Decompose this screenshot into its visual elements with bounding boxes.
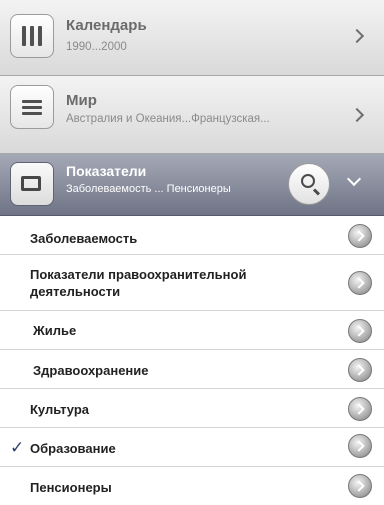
chevron-right-icon: [349, 107, 365, 123]
indicators-panel[interactable]: Показатели Заболеваемость ... Пенсионеры: [0, 154, 384, 216]
disclosure-icon[interactable]: [348, 271, 372, 295]
disclosure-icon[interactable]: [348, 358, 372, 382]
chevron-down-icon[interactable]: [346, 171, 362, 187]
list-item-label: Жилье: [33, 323, 77, 338]
list-item[interactable]: Культура: [0, 389, 384, 428]
list-icon: [10, 85, 54, 129]
list-item[interactable]: ✓ Образование: [0, 428, 384, 467]
list-item-label: Культура: [30, 402, 90, 417]
indicators-subtitle: Заболеваемость ... Пенсионеры: [66, 183, 231, 195]
list-item[interactable]: Показатели правоохранительной деятельнос…: [0, 255, 384, 311]
disclosure-icon[interactable]: [348, 397, 372, 421]
checkmark-icon: ✓: [10, 438, 25, 457]
calendar-icon: [10, 14, 54, 58]
search-button[interactable]: [288, 163, 330, 205]
indicators-title: Показатели: [66, 163, 147, 179]
list-item-label: Пенсионеры: [30, 480, 112, 495]
list-item-label: Образование: [30, 441, 116, 456]
disclosure-icon[interactable]: [348, 224, 372, 248]
calendar-panel[interactable]: Календарь 1990...2000: [0, 0, 384, 76]
chevron-right-icon: [349, 28, 365, 44]
calendar-title: Календарь: [66, 17, 147, 34]
square-icon: [10, 162, 54, 206]
disclosure-icon[interactable]: [348, 319, 372, 343]
list-item-label: Показатели правоохранительной деятельнос…: [30, 267, 247, 299]
disclosure-icon[interactable]: [348, 434, 372, 458]
world-subtitle: Австралия и Океания...Французская...: [66, 113, 270, 125]
list-item[interactable]: Жилье: [0, 311, 384, 350]
world-panel[interactable]: Мир Австралия и Океания...Французская...: [0, 76, 384, 154]
search-icon: [301, 174, 315, 188]
list-item[interactable]: Заболеваемость: [0, 216, 384, 255]
world-title: Мир: [66, 92, 97, 109]
list-item-label: Здравоохранение: [33, 363, 149, 378]
list-item[interactable]: Здравоохранение: [0, 350, 384, 389]
calendar-subtitle: 1990...2000: [66, 41, 127, 53]
list-item[interactable]: Пенсионеры: [0, 467, 384, 505]
list-item-label: Заболеваемость: [30, 231, 138, 246]
disclosure-icon[interactable]: [348, 474, 372, 498]
